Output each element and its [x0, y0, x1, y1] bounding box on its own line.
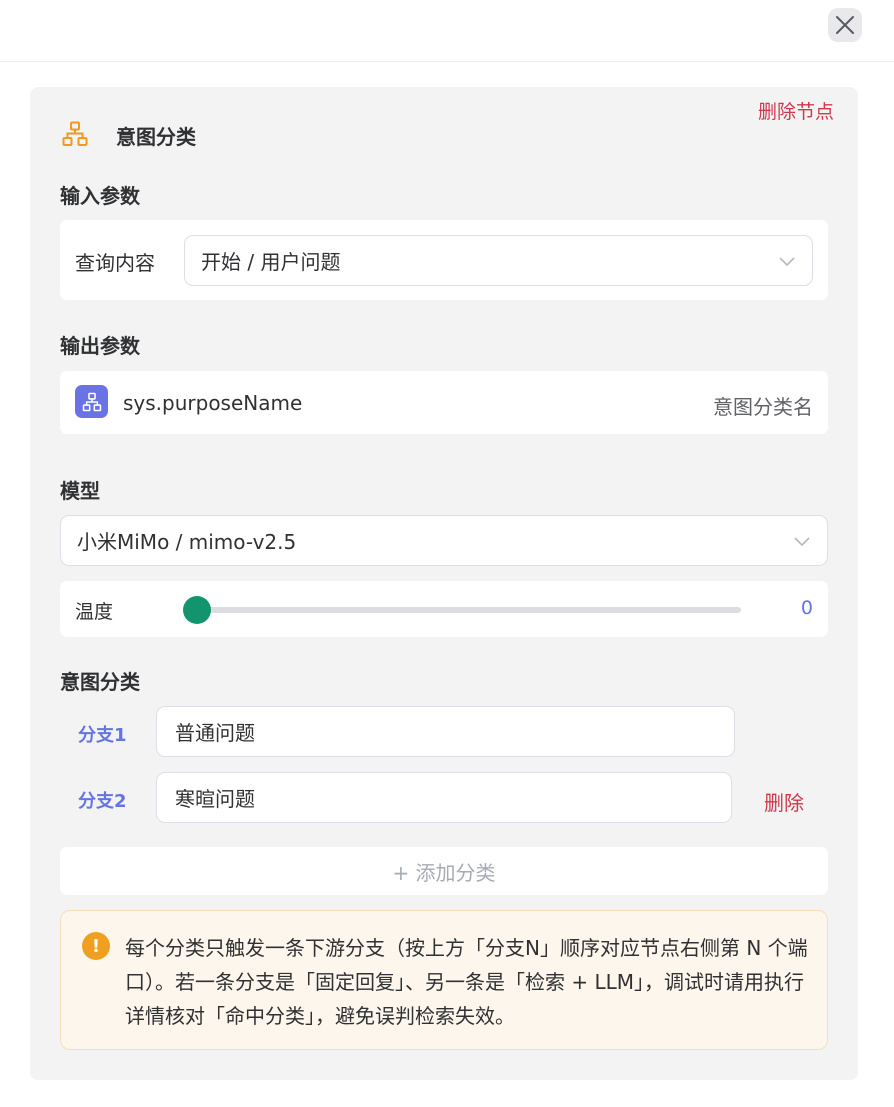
branch-2-value: 寒暄问题: [175, 787, 255, 811]
query-select-value: 开始 / 用户问题: [201, 250, 341, 274]
branch-1-input[interactable]: 普通问题: [156, 706, 735, 757]
chevron-down-icon: [794, 536, 810, 546]
warning-icon: !: [82, 932, 110, 960]
temperature-row: 温度 0: [60, 581, 828, 637]
temperature-slider-thumb[interactable]: [183, 596, 211, 624]
node-title: 意图分类: [116, 125, 196, 149]
output-var-name: sys.purposeName: [123, 391, 303, 415]
variable-icon: [75, 385, 108, 418]
chevron-down-icon: [779, 256, 795, 266]
branch-1-label: 分支1: [78, 725, 127, 746]
temperature-label: 温度: [75, 601, 114, 623]
model-select-value: 小米MiMo / mimo-v2.5: [77, 530, 297, 554]
notice-box: ! 每个分类只触发一条下游分支（按上方「分支N」顺序对应节点右侧第 N 个端口）…: [60, 910, 828, 1050]
close-icon: [836, 16, 854, 34]
add-category-button[interactable]: + 添加分类: [60, 847, 828, 895]
input-params-title: 输入参数: [60, 184, 140, 208]
org-tree-icon: [62, 121, 88, 146]
delete-node-button[interactable]: 删除节点: [758, 97, 834, 124]
close-button[interactable]: [828, 8, 862, 42]
output-param-row: sys.purposeName 意图分类名: [60, 371, 828, 434]
input-params-card: 查询内容 开始 / 用户问题: [60, 220, 828, 300]
temperature-value: 0: [800, 597, 813, 619]
output-var-desc: 意图分类名: [713, 395, 813, 419]
query-select[interactable]: 开始 / 用户问题: [184, 235, 813, 286]
branch-2-label: 分支2: [78, 791, 127, 812]
delete-branch-2-button[interactable]: 删除: [764, 787, 804, 816]
intent-title: 意图分类: [60, 670, 140, 694]
model-select[interactable]: 小米MiMo / mimo-v2.5: [60, 515, 828, 566]
node-config-panel: 删除节点 意图分类 输入参数 查询内容 开始 / 用户问题 输出参数 sys.p…: [30, 87, 858, 1080]
query-label: 查询内容: [75, 251, 155, 275]
notice-text: 每个分类只触发一条下游分支（按上方「分支N」顺序对应节点右侧第 N 个端口）。若…: [125, 936, 808, 1028]
temperature-slider-track[interactable]: [197, 607, 741, 613]
branch-1-value: 普通问题: [175, 721, 255, 745]
branch-2-input[interactable]: 寒暄问题: [156, 772, 732, 823]
drawer-header: [0, 0, 894, 62]
model-title: 模型: [60, 479, 100, 503]
output-params-title: 输出参数: [60, 334, 140, 358]
